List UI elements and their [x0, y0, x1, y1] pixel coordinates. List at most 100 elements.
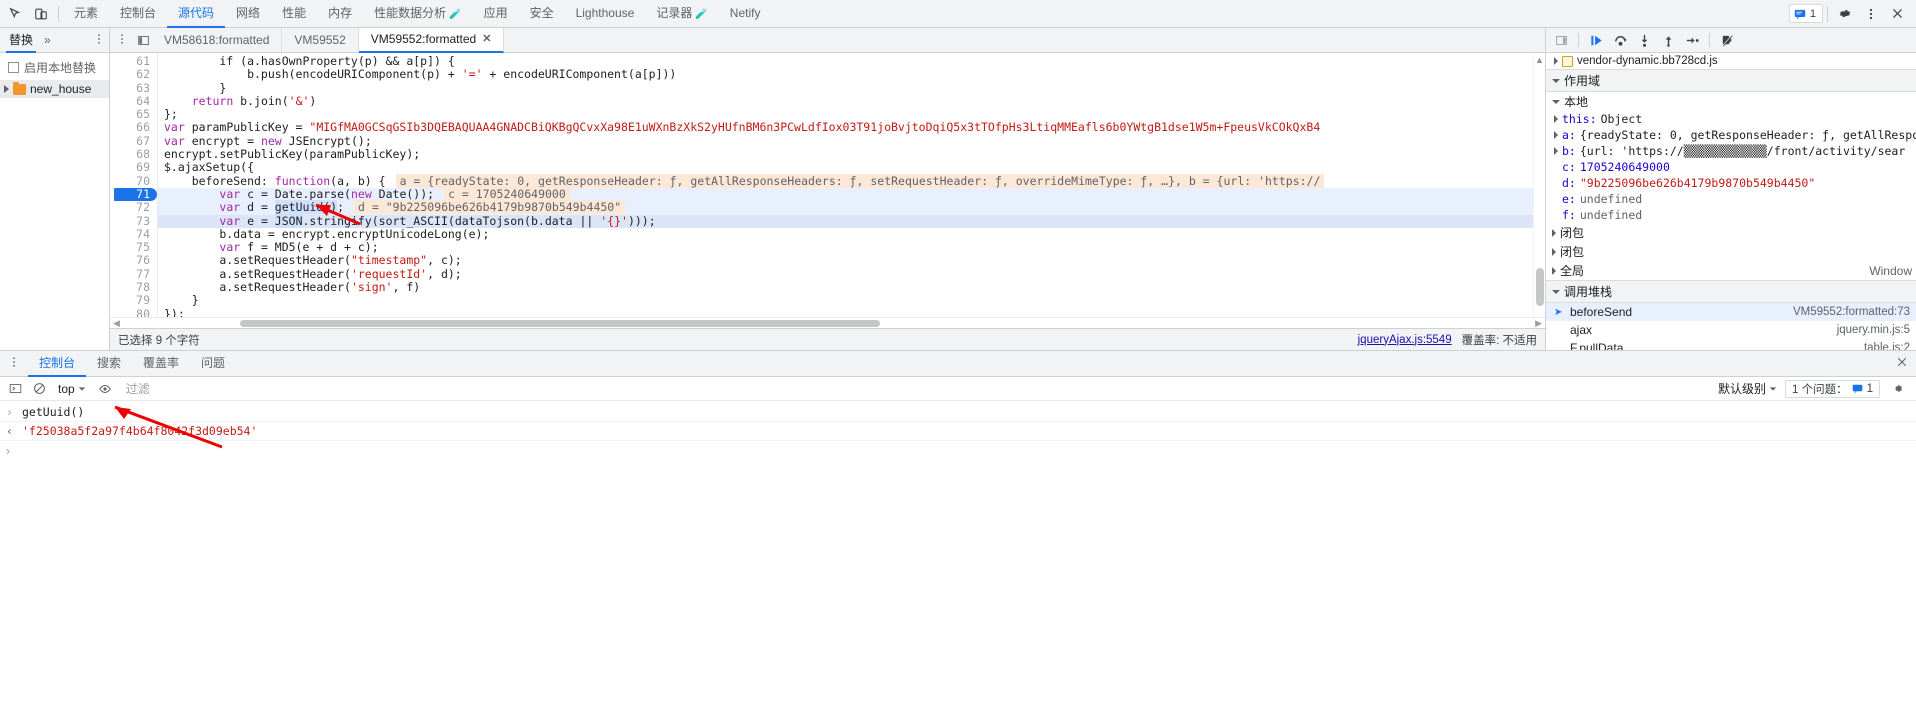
clear-console-icon[interactable]	[30, 380, 48, 398]
scope-variable-row[interactable]: e: undefined	[1546, 191, 1916, 207]
chevron-down-icon[interactable]	[1552, 289, 1560, 294]
scroll-up-icon[interactable]: ▲	[1535, 55, 1544, 65]
line-number[interactable]: 61	[110, 54, 157, 68]
drawer-tab-search[interactable]: 搜索	[86, 351, 132, 377]
chevron-right-icon[interactable]	[1552, 266, 1556, 275]
tab-overrides[interactable]: 替换	[6, 28, 37, 53]
step-icon[interactable]	[1681, 30, 1703, 50]
tab-performance[interactable]: 性能	[271, 0, 317, 28]
tab-console[interactable]: 控制台	[109, 0, 167, 28]
code-line[interactable]: if (a.hasOwnProperty(p) && a[p]) {	[158, 54, 1533, 68]
enable-local-overrides-checkbox[interactable]	[8, 62, 19, 73]
editor-menu-icon[interactable]	[110, 33, 134, 48]
frame-location[interactable]: VM59552:formatted:73	[1793, 306, 1910, 318]
scope-variable-row[interactable]: b: {url: 'https://▒▒▒▒▒▒▒▒▒▒▒▒/front/act…	[1546, 143, 1916, 159]
callstack-section-header[interactable]: 调用堆栈	[1546, 280, 1916, 303]
code-line[interactable]: var encrypt = new JSEncrypt();	[158, 134, 1533, 148]
console-input-entry[interactable]: › getUuid()	[0, 403, 1916, 422]
message-count-badge[interactable]: 1	[1788, 4, 1823, 23]
show-navigator-icon[interactable]	[134, 31, 152, 49]
line-number[interactable]: 66	[110, 121, 157, 134]
editor-tab-vm59552[interactable]: VM59552	[282, 27, 359, 53]
line-number[interactable]: 75	[110, 241, 157, 254]
drawer-tab-console[interactable]: 控制台	[28, 351, 87, 377]
line-number[interactable]: 76	[110, 254, 157, 267]
line-number[interactable]: 77	[110, 267, 157, 281]
console-issues-badge[interactable]: 1 个问题： 1	[1785, 379, 1880, 398]
hscrollbar-thumb[interactable]	[240, 320, 880, 327]
line-number-gutter[interactable]: 61 62 63 64 65 66 67 68 69 70 71 72 73 74 75 76 77 78 79 80	[110, 53, 158, 317]
execute-icon[interactable]	[6, 380, 24, 398]
scope-group-row[interactable]: 闭包	[1546, 223, 1916, 242]
tab-memory[interactable]: 内存	[317, 0, 363, 28]
line-number[interactable]: 67	[110, 134, 157, 148]
scope-variable-row[interactable]: this: Object	[1546, 111, 1916, 127]
editor-tab-vm58618[interactable]: VM58618:formatted	[152, 27, 283, 53]
drawer-tab-coverage[interactable]: 覆盖率	[132, 351, 190, 377]
device-toggle-icon[interactable]	[28, 1, 54, 27]
debugger-file-row[interactable]: vendor-dynamic.bb728cd.js	[1546, 53, 1916, 69]
scope-variable-row[interactable]: d: "9b225096be626b4179b9870b549b4450"	[1546, 175, 1916, 191]
line-number[interactable]: 72	[110, 201, 157, 214]
drawer-close-icon[interactable]	[1896, 356, 1916, 371]
editor-horizontal-scrollbar[interactable]: ◀ ▶	[110, 317, 1545, 328]
code-line[interactable]: encrypt.setPublicKey(paramPublicKey);	[158, 147, 1533, 161]
line-number[interactable]: 78	[110, 280, 157, 294]
console-prompt-row[interactable]: ›	[0, 441, 1916, 461]
code-line[interactable]: }	[158, 81, 1533, 95]
line-number[interactable]: 73	[110, 214, 157, 228]
scope-variable-row[interactable]: a: {readyState: 0, getResponseHeader: ƒ,…	[1546, 127, 1916, 143]
code-line[interactable]: var f = MD5(e + d + c);	[158, 241, 1533, 254]
console-level-selector[interactable]: 默认级别	[1718, 380, 1777, 397]
chevron-right-icon[interactable]	[1554, 131, 1558, 139]
drawer-tab-issues[interactable]: 问题	[190, 351, 236, 377]
editor-vertical-scrollbar[interactable]: ▲	[1533, 53, 1545, 317]
scrollbar-thumb[interactable]	[1536, 268, 1544, 306]
code-line[interactable]: a.setRequestHeader('sign', f)	[158, 280, 1533, 294]
chevron-right-icon[interactable]	[1554, 115, 1558, 123]
inspect-icon[interactable]	[2, 1, 28, 27]
console-result-entry[interactable]: ‹ 'f25038a5f2a97f4b64f8042f3d09eb54'	[0, 422, 1916, 441]
more-options-icon[interactable]	[1858, 1, 1884, 27]
line-number[interactable]: 65	[110, 108, 157, 121]
chevron-right-icon[interactable]	[1552, 247, 1556, 256]
code-line[interactable]: b.push(encodeURIComponent(p) + '=' + enc…	[158, 68, 1533, 81]
scope-variable-row[interactable]: c: 1705240649000	[1546, 159, 1916, 175]
live-expression-icon[interactable]	[96, 380, 114, 398]
navigator-menu-icon[interactable]	[93, 33, 109, 48]
line-number[interactable]: 63	[110, 81, 157, 95]
source-mapped-link[interactable]: jqueryAjax.js:5549	[1358, 334, 1452, 346]
console-filter-input[interactable]: 过滤	[120, 380, 150, 397]
line-number[interactable]: 64	[110, 94, 157, 108]
tab-elements[interactable]: 元素	[63, 0, 109, 28]
console-context-selector[interactable]: top	[54, 382, 90, 396]
overrides-folder-item[interactable]: new_house	[0, 80, 109, 98]
step-out-icon[interactable]	[1657, 30, 1679, 50]
chevron-right-icon[interactable]	[1554, 57, 1558, 65]
tab-sources[interactable]: 源代码	[167, 0, 226, 28]
tab-network[interactable]: 网络	[225, 0, 271, 28]
drawer-menu-icon[interactable]	[4, 356, 28, 371]
tab-lighthouse[interactable]: Lighthouse	[565, 0, 646, 28]
console-message-list[interactable]: › getUuid() ‹ 'f25038a5f2a97f4b64f8042f3d09…	[0, 401, 1916, 441]
close-icon[interactable]	[1884, 1, 1910, 27]
code-line[interactable]: beforeSend: function(a, b) {a = {readySt…	[158, 173, 1533, 188]
scroll-left-icon[interactable]: ◀	[113, 318, 120, 329]
step-into-icon[interactable]	[1633, 30, 1655, 50]
frame-location[interactable]: table.js:2	[1864, 342, 1910, 350]
code-line[interactable]: }	[158, 294, 1533, 307]
chevron-down-icon[interactable]	[1552, 78, 1560, 83]
frame-location[interactable]: jquery.min.js:5	[1837, 324, 1910, 336]
code-line[interactable]: b.data = encrypt.encryptUnicodeLong(e);	[158, 227, 1533, 241]
chevron-right-icon[interactable]	[1552, 228, 1556, 237]
code-line[interactable]: var paramPublicKey = "MIGfMA0GCSqGSIb3DQ…	[158, 121, 1533, 134]
line-number[interactable]: 74	[110, 227, 157, 241]
code-line[interactable]: };	[158, 108, 1533, 121]
code-editor[interactable]: 61 62 63 64 65 66 67 68 69 70 71 72 73 74 75 76 77 78 79 80…	[110, 53, 1545, 317]
gear-icon[interactable]	[1832, 1, 1858, 27]
chevron-down-icon[interactable]	[1552, 99, 1560, 104]
close-icon[interactable]: ✕	[482, 27, 491, 51]
scope-variable-row[interactable]: f: undefined	[1546, 207, 1916, 223]
scroll-right-icon[interactable]: ▶	[1535, 318, 1542, 329]
code-line[interactable]: var c = Date.parse(new Date()); c = 17052…	[158, 186, 1533, 202]
